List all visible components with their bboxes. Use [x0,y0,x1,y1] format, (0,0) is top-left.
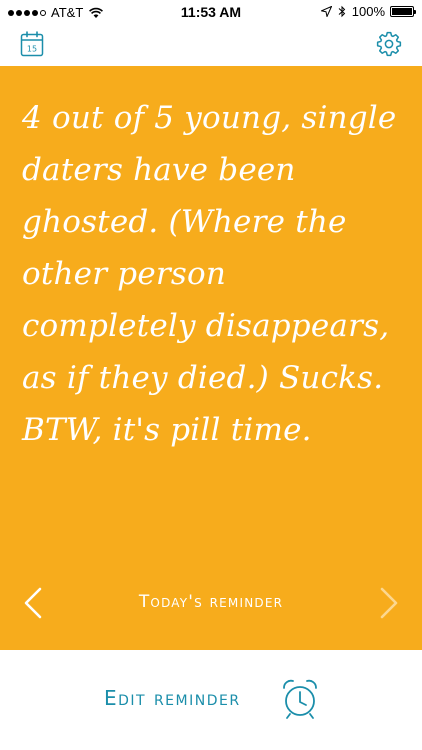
battery-icon [390,6,416,17]
reminder-date-label: Today's reminder [138,592,284,612]
gear-icon[interactable] [376,31,402,57]
reminder-message: 4 out of 5 young, single daters have bee… [22,100,397,448]
status-indicators: 100% [320,4,416,19]
calendar-day: 15 [27,45,37,54]
alarm-clock-icon [283,679,317,719]
edit-reminder-label: Edit reminder [104,686,241,710]
chevron-right-icon[interactable] [378,586,400,620]
gear-outline [376,31,402,57]
calendar-icon[interactable]: 15 [20,31,44,57]
nav-bar: 15 [0,24,422,66]
card-footer: Today's reminder [0,576,422,628]
battery-percent: 100% [351,4,385,19]
location-arrow-icon [320,6,332,17]
bluetooth-icon [338,5,345,18]
status-bar: AT&T 11:53 AM 100% [0,0,422,24]
bottom-bar: Edit reminder [0,650,422,750]
edit-reminder-button[interactable]: Edit reminder [0,650,422,750]
reminder-card: 4 out of 5 young, single daters have bee… [0,66,422,650]
battery-fill [392,8,412,15]
